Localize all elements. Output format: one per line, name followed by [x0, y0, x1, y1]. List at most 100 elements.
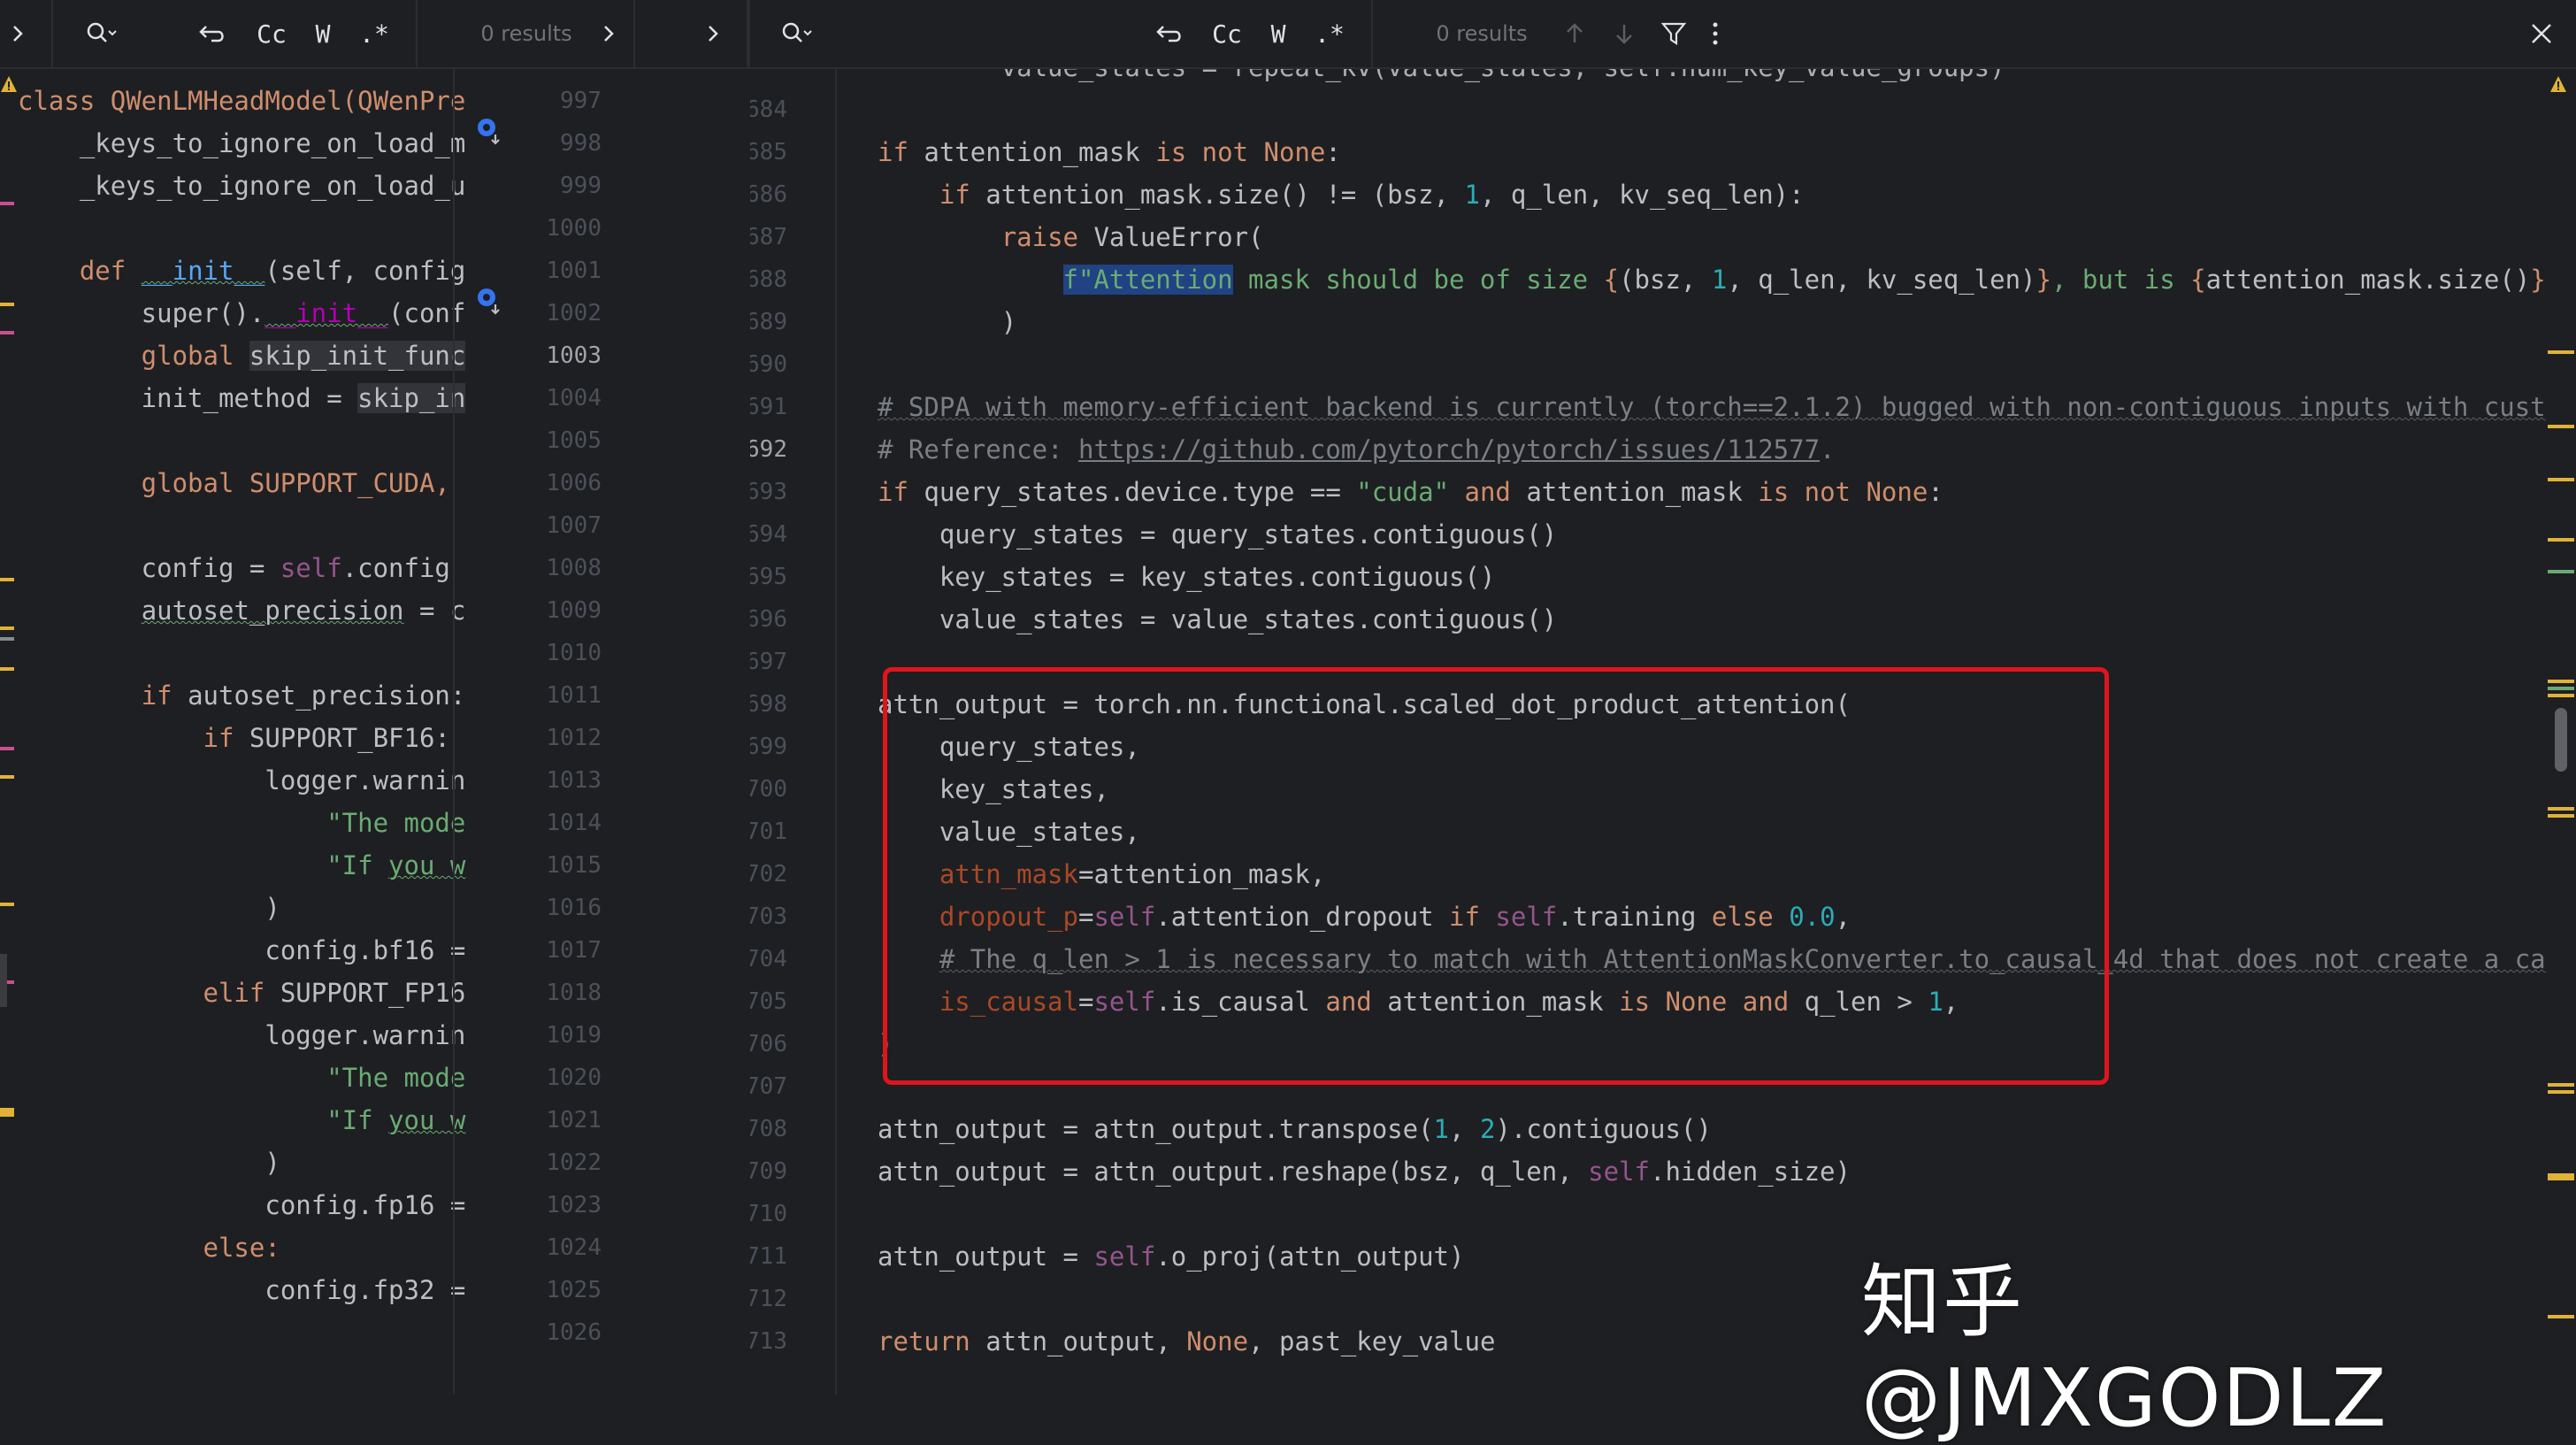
search-results-count: 0 results — [480, 21, 572, 46]
line-number: 684 — [750, 96, 787, 123]
change-marker — [0, 747, 14, 750]
close-icon[interactable] — [2519, 0, 2564, 67]
scroll-marker — [2548, 694, 2574, 697]
line-number: 695 — [750, 564, 787, 590]
code-line: if query_states.device.type == "cuda" an… — [878, 477, 1944, 507]
line-number: 704 — [750, 946, 787, 972]
code-line: config.fp32 = — [264, 1275, 466, 1305]
word-icon[interactable]: W — [1256, 0, 1300, 67]
line-number: 1012 — [546, 725, 602, 751]
replace-icon[interactable] — [1150, 0, 1191, 67]
code-line: config.fp16 = — [264, 1190, 466, 1220]
code-line: class QWenLMHeadModel(QWenPre — [18, 86, 466, 116]
line-number: 1024 — [546, 1234, 602, 1261]
up-arrow-icon[interactable] — [1557, 0, 1592, 67]
line-number: 712 — [750, 1286, 787, 1312]
line-number: 1011 — [546, 682, 602, 709]
more-icon[interactable] — [1702, 0, 1729, 67]
left-editor[interactable]: class QWenLMHeadModel(QWenPre _keys_to_i… — [0, 69, 750, 1395]
code-line: _keys_to_ignore_on_load_m — [18, 128, 466, 158]
line-number: 693 — [750, 479, 787, 505]
down-arrow-icon[interactable] — [1606, 0, 1642, 67]
line-number: 709 — [750, 1158, 787, 1185]
regex-icon[interactable]: .* — [1307, 0, 1352, 67]
code-line: if attention_mask.size() != (bsz, 1, q_l… — [939, 180, 1805, 210]
line-number: 999 — [560, 173, 602, 199]
line-number: 698 — [750, 691, 787, 718]
left-pane-edge — [453, 69, 455, 1395]
search-icon[interactable] — [74, 0, 127, 67]
warning-icon[interactable] — [2549, 74, 2576, 106]
line-number: 699 — [750, 734, 787, 760]
code-line: value_states = repeat_kv(value_states, s… — [878, 69, 2005, 88]
line-number: 1008 — [546, 555, 602, 581]
override-icon[interactable] — [474, 115, 506, 147]
issue-link[interactable]: https://github.com/pytorch/pytorch/issue… — [1078, 434, 1820, 465]
warning-icon[interactable] — [0, 74, 32, 106]
scrollbar-thumb[interactable] — [2555, 708, 2567, 772]
code-line: attn_output = attn_output.reshape(bsz, q… — [878, 1157, 1851, 1187]
watermark: 知乎 @JMXGODLZ — [1861, 1256, 2388, 1445]
code-line: "If you w — [326, 1105, 466, 1135]
change-marker — [0, 775, 14, 779]
code-line: if autoset_precision: — [141, 680, 466, 711]
line-number: 713 — [750, 1328, 787, 1355]
line-number: 997 — [560, 88, 602, 114]
regex-icon[interactable]: .* — [352, 0, 396, 67]
code-line: ) — [1000, 307, 1017, 337]
line-number: 701 — [750, 819, 787, 845]
change-marker — [0, 578, 14, 581]
line-number: 1009 — [546, 597, 602, 624]
code-line: value_states = value_states.contiguous() — [939, 604, 1558, 634]
line-number: 710 — [750, 1201, 787, 1227]
code-line: _keys_to_ignore_on_load_u — [18, 171, 466, 201]
line-number: 1000 — [546, 215, 602, 242]
override-icon[interactable] — [474, 285, 506, 317]
scroll-marker — [2548, 478, 2574, 481]
line-number: 998 — [560, 130, 602, 157]
left-code-area[interactable]: class QWenLMHeadModel(QWenPre _keys_to_i… — [18, 69, 465, 1305]
chevron-right-icon[interactable] — [591, 0, 626, 67]
line-number: 1007 — [546, 512, 602, 539]
word-icon[interactable]: W — [301, 0, 345, 67]
replace-icon[interactable] — [193, 0, 234, 67]
case-icon[interactable]: Cc — [249, 0, 294, 67]
line-number: 702 — [750, 861, 787, 888]
scrollbar-track[interactable] — [0, 954, 7, 1007]
line-number: 694 — [750, 521, 787, 548]
code-line: super().__init__(conf — [18, 298, 466, 328]
filter-icon[interactable] — [1656, 0, 1691, 67]
line-number: 696 — [750, 606, 787, 633]
scroll-marker — [2548, 425, 2574, 428]
scroll-marker — [2548, 814, 2574, 818]
code-line: config.bf16 = — [264, 935, 466, 965]
line-number: 688 — [750, 266, 787, 293]
line-number: 706 — [750, 1031, 787, 1057]
line-number: 691 — [750, 394, 787, 420]
scroll-marker — [2548, 350, 2574, 354]
line-number: 1014 — [546, 810, 602, 836]
code-line: def __init__(self, config — [79, 256, 466, 286]
code-line: return attn_output, None, past_key_value — [878, 1326, 1496, 1357]
code-line: global skip_init_func — [18, 341, 466, 371]
line-number: 697 — [750, 649, 787, 675]
scroll-marker — [2548, 1090, 2574, 1094]
line-number: 1010 — [546, 640, 602, 666]
line-number: 1020 — [546, 1065, 602, 1091]
line-number: 1006 — [546, 470, 602, 496]
case-icon[interactable]: Cc — [1205, 0, 1249, 67]
code-line: logger.warnin — [264, 765, 466, 796]
annotation-highlight-box — [883, 667, 2109, 1085]
line-number: 1023 — [546, 1192, 602, 1218]
code-line: "The mode — [326, 1063, 466, 1093]
chevron-right-icon[interactable] — [695, 0, 731, 67]
search-icon[interactable] — [768, 0, 824, 67]
code-line: logger.warnin — [264, 1020, 466, 1050]
line-number: 708 — [750, 1116, 787, 1142]
code-line: # Reference: https://github.com/pytorch/… — [878, 434, 1836, 465]
line-number: 1013 — [546, 767, 602, 794]
scroll-marker — [2548, 570, 2574, 573]
change-marker — [0, 903, 14, 906]
chevron-right-icon[interactable] — [0, 0, 35, 67]
line-number: 703 — [750, 903, 787, 930]
